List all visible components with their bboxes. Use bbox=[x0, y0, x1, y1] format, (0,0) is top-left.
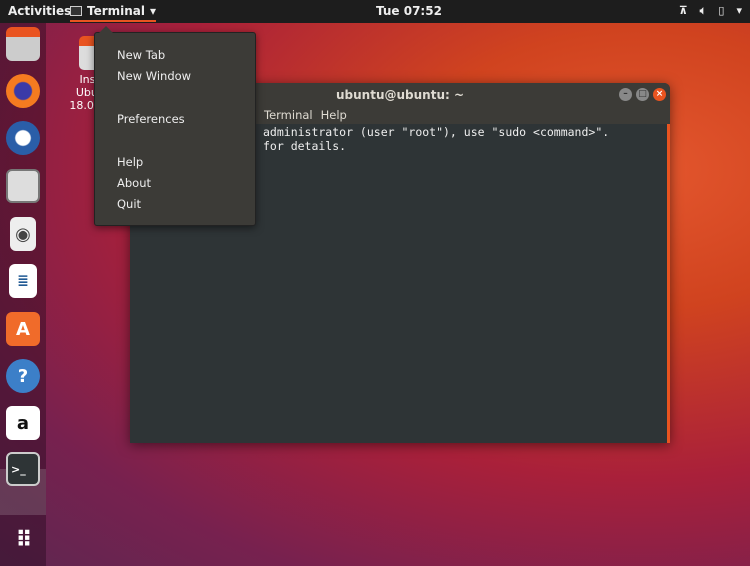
output-line: for details. bbox=[263, 138, 347, 153]
menu-item-new-window[interactable]: New Window bbox=[117, 69, 191, 83]
menu-item-help[interactable]: Help bbox=[117, 155, 143, 169]
menu-terminal[interactable]: Terminal bbox=[264, 107, 313, 124]
ubuntu-installer-icon[interactable] bbox=[6, 27, 40, 61]
network-icon: ⊼ bbox=[678, 4, 688, 17]
window-title: ubuntu@ubuntu: ~ bbox=[335, 88, 465, 102]
close-button[interactable]: × bbox=[653, 88, 666, 101]
menu-item-quit[interactable]: Quit bbox=[117, 197, 141, 211]
show-applications-icon[interactable]: ⠿ bbox=[6, 523, 40, 557]
battery-icon: ▯ bbox=[718, 4, 725, 17]
maximize-button[interactable]: □ bbox=[636, 88, 649, 101]
chevron-down-icon: ▾ bbox=[150, 4, 157, 18]
activities-button[interactable]: Activities bbox=[8, 4, 71, 18]
system-tray[interactable]: ⊼ 🔈︎ ▯ ▾ bbox=[679, 4, 742, 18]
scrollbar[interactable] bbox=[667, 124, 670, 443]
terminal-icon bbox=[70, 6, 82, 16]
app-menu-dropdown: New Tab New Window Preferences Help Abou… bbox=[94, 26, 256, 226]
chevron-down-icon: ▾ bbox=[736, 4, 742, 17]
firefox-icon[interactable] bbox=[6, 74, 40, 108]
menu-item-new-tab[interactable]: New Tab bbox=[117, 48, 165, 62]
top-bar: Activities Terminal ▾ Tue 07:52 ⊼ 🔈︎ ▯ ▾ bbox=[0, 0, 750, 23]
dock: ◉ ≣ A ? a >_ ⠿ bbox=[0, 23, 46, 566]
help-icon[interactable]: ? bbox=[6, 359, 40, 393]
app-menu-label: Terminal bbox=[87, 4, 146, 18]
software-center-icon[interactable]: A bbox=[6, 312, 40, 346]
terminal-icon[interactable]: >_ bbox=[6, 452, 40, 486]
amazon-icon[interactable]: a bbox=[6, 406, 40, 440]
menu-item-about[interactable]: About bbox=[117, 176, 151, 190]
menu-help[interactable]: Help bbox=[321, 107, 347, 124]
menu-item-preferences[interactable]: Preferences bbox=[117, 112, 185, 126]
files-icon[interactable] bbox=[6, 169, 40, 203]
rhythmbox-icon[interactable]: ◉ bbox=[10, 217, 36, 251]
libreoffice-writer-icon[interactable]: ≣ bbox=[9, 264, 37, 298]
output-line: administrator (user "root"), use "sudo <… bbox=[263, 125, 610, 139]
thunderbird-icon[interactable] bbox=[6, 121, 40, 155]
app-menu-button[interactable]: Terminal ▾ bbox=[70, 4, 157, 22]
minimize-button[interactable]: – bbox=[619, 88, 632, 101]
volume-icon: 🔈︎ bbox=[699, 4, 707, 17]
clock[interactable]: Tue 07:52 bbox=[376, 4, 442, 18]
